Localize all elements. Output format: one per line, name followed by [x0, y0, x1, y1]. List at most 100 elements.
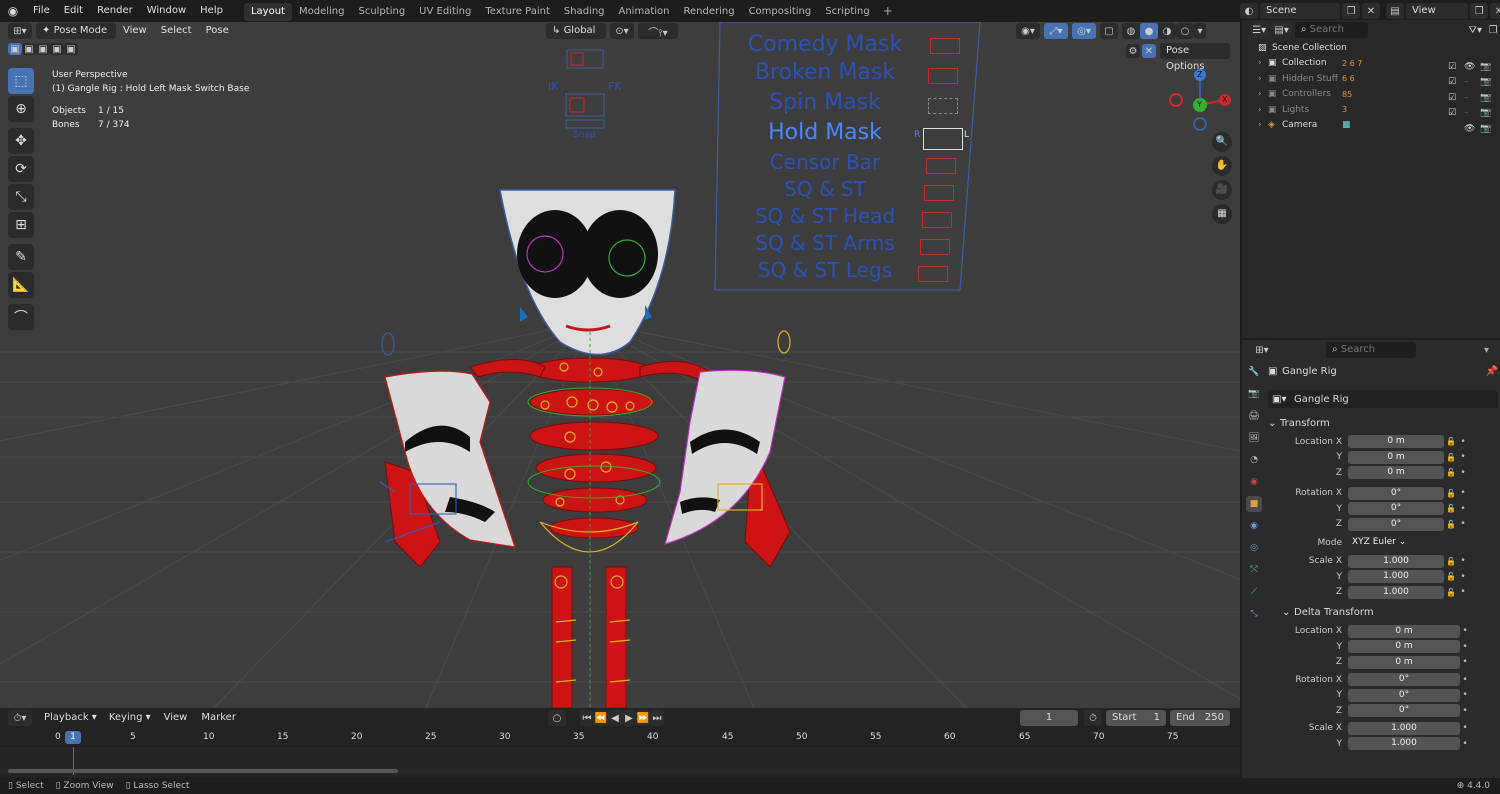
constraints-tab-icon[interactable]: ⤲ [1246, 562, 1262, 578]
keyframe-dot-icon[interactable]: • [1458, 504, 1468, 514]
scale-x-field[interactable]: 1.000 [1348, 554, 1444, 568]
tab-layout[interactable]: Layout [243, 3, 292, 21]
tab-texture-paint[interactable]: Texture Paint [478, 3, 557, 21]
delete-view-layer-icon[interactable]: ✕ [1490, 3, 1500, 19]
outliner-search[interactable]: ⌕ Search [1294, 22, 1369, 38]
xray-icon[interactable]: ▢ [1100, 23, 1118, 39]
timeline-track[interactable] [0, 746, 1240, 775]
object-tab-icon[interactable]: ■ [1246, 496, 1262, 512]
orientation-dropdown[interactable]: ↳ Global [546, 23, 606, 39]
timeline-ruler[interactable]: 0 5 10 15 20 25 30 35 40 45 50 55 60 65 … [0, 730, 1240, 746]
new-view-layer-icon[interactable]: ❐ [1470, 3, 1488, 19]
new-scene-icon[interactable]: ❐ [1342, 3, 1360, 19]
expand-icon[interactable]: › [1258, 74, 1268, 84]
visibility-icon[interactable]: ◉▾ [1016, 23, 1040, 39]
new-collection-icon[interactable]: ❐ [1486, 22, 1500, 38]
keyframe-dot-icon[interactable]: • [1458, 587, 1468, 597]
add-workspace-icon[interactable]: + [877, 4, 899, 18]
camera-render-icon[interactable]: 📷 [1480, 93, 1491, 103]
properties-search[interactable]: ⌕ Search [1326, 342, 1416, 358]
delta-location-x-field[interactable]: 0 m [1348, 624, 1460, 638]
rotation-y-field[interactable]: 0° [1348, 502, 1444, 515]
rotation-z-field[interactable]: 0° [1348, 517, 1444, 531]
select-subtract-icon[interactable]: ▣ [36, 43, 50, 55]
keyframe-dot-icon[interactable]: • [1460, 642, 1470, 652]
delta-rotation-x-field[interactable]: 0° [1348, 673, 1460, 686]
delta-scale-x-field[interactable]: 1.000 [1348, 721, 1460, 735]
rotate-icon[interactable]: ⟳ [8, 156, 34, 182]
rig-label-broken-mask[interactable]: Broken Mask [735, 60, 915, 90]
delete-scene-icon[interactable]: ✕ [1362, 3, 1380, 19]
rig-toggle-sq-st-arms[interactable] [920, 239, 950, 255]
timeline-scrollbar[interactable] [8, 769, 398, 773]
rig-toggle-hold[interactable] [923, 128, 963, 150]
rig-toggle-sq-st-legs[interactable] [918, 266, 948, 282]
keyframe-dot-icon[interactable]: • [1458, 556, 1468, 566]
menu-pose[interactable]: Pose [199, 22, 236, 40]
editor-type-icon[interactable]: ⊞▾ [8, 23, 32, 39]
select-new-icon[interactable]: ▣ [8, 43, 22, 55]
transform-panel-header[interactable]: ⌄ Transform [1268, 414, 1498, 432]
delta-rotation-z-field[interactable]: 0° [1348, 704, 1460, 717]
rig-label-spin-mask[interactable]: Spin Mask [735, 90, 915, 120]
blender-logo-icon[interactable]: ◉ [0, 4, 26, 18]
lock-icon[interactable]: 🔓 [1444, 572, 1458, 581]
tool-tab-icon[interactable]: 🔧 [1246, 364, 1262, 380]
lock-icon[interactable]: 🔓 [1444, 520, 1458, 529]
keyframe-dot-icon[interactable]: • [1458, 519, 1468, 529]
auto-key-icon[interactable]: ○ [548, 710, 566, 726]
expand-icon[interactable]: › [1258, 120, 1268, 130]
rig-toggle-comedy[interactable] [930, 38, 960, 54]
menu-select[interactable]: Select [154, 22, 199, 40]
menu-view[interactable]: View [116, 22, 154, 40]
3d-viewport[interactable]: Comedy Mask Broken Mask Spin Mask Hold M… [0, 22, 1240, 708]
view-layer-tab-icon[interactable]: 🖼 [1246, 430, 1262, 446]
eye-icon[interactable]: – [1464, 108, 1480, 118]
jump-end-icon[interactable]: ⏭ [650, 710, 664, 726]
keyframe-dot-icon[interactable]: • [1458, 468, 1468, 478]
location-z-field[interactable]: 0 m [1348, 466, 1444, 479]
tab-uv-editing[interactable]: UV Editing [412, 3, 478, 21]
checkbox-icon[interactable]: ☑ [1448, 77, 1464, 87]
camera-render-icon[interactable]: 📷 [1480, 124, 1491, 134]
rig-label-sq-st-head[interactable]: SQ & ST Head [735, 204, 915, 231]
gizmo-toggle-icon[interactable]: ⤢▾ [1044, 23, 1068, 39]
measure-icon[interactable]: 📐 [8, 272, 34, 298]
eye-icon[interactable]: – [1464, 77, 1480, 87]
delta-transform-header[interactable]: ⌄ Delta Transform [1268, 604, 1498, 622]
armature-data-tab-icon[interactable]: ⟋ [1246, 584, 1262, 600]
rig-toggle-broken[interactable] [928, 68, 958, 84]
scale-z-field[interactable]: 1.000 [1348, 585, 1444, 599]
checkbox-icon[interactable]: ☑ [1448, 93, 1464, 103]
bone-tab-icon[interactable]: ⤡ [1246, 606, 1262, 622]
scene-name-field[interactable]: Scene [1260, 3, 1340, 19]
expand-icon[interactable]: › [1258, 89, 1268, 99]
keyframe-dot-icon[interactable]: • [1460, 723, 1470, 733]
shading-options-icon[interactable]: ▾ [1194, 23, 1206, 39]
keyframe-dot-icon[interactable]: • [1460, 657, 1470, 667]
tab-modeling[interactable]: Modeling [292, 3, 352, 21]
lock-icon[interactable]: 🔓 [1444, 453, 1458, 462]
location-y-field[interactable]: 0 m [1348, 450, 1444, 464]
world-tab-icon[interactable]: ◉ [1246, 474, 1262, 490]
menu-file[interactable]: File [26, 0, 57, 22]
solid-shading-icon[interactable]: ● [1140, 23, 1158, 39]
view-layer-icon[interactable]: ▤ [1386, 3, 1404, 19]
lock-icon[interactable]: 🔓 [1444, 489, 1458, 498]
properties-editor-icon[interactable]: ⊞▾ [1250, 342, 1274, 358]
lock-icon[interactable]: 🔓 [1444, 468, 1458, 477]
pin-icon[interactable]: 📌 [1486, 366, 1498, 377]
scene-collection-row[interactable]: ▧ Scene Collection [1258, 40, 1500, 56]
bone-size-icon[interactable]: ⌒ [8, 304, 34, 330]
rig-toggle-sq-st-head[interactable] [922, 212, 952, 228]
tab-sculpting[interactable]: Sculpting [351, 3, 412, 21]
menu-window[interactable]: Window [140, 0, 193, 22]
keyframe-dot-icon[interactable]: • [1460, 675, 1470, 685]
keyframe-dot-icon[interactable]: • [1460, 626, 1470, 636]
rig-toggle-spin[interactable] [928, 98, 958, 114]
lock-icon[interactable]: 🔓 [1444, 437, 1458, 446]
properties-options-icon[interactable]: ▾ [1484, 345, 1489, 356]
wireframe-shading-icon[interactable]: ◍ [1122, 23, 1140, 39]
playhead[interactable]: 1 [65, 731, 81, 744]
scale-icon[interactable]: ⤡ [8, 184, 34, 210]
